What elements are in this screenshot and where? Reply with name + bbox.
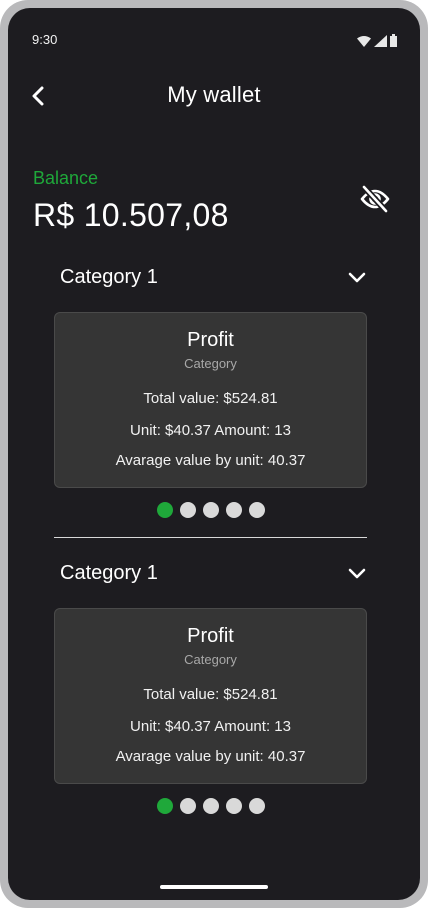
balance-value: R$ 10.507,08: [33, 197, 229, 233]
signal-icon: [374, 35, 387, 47]
page-title: My wallet: [167, 82, 261, 107]
unit-amount: Unit: $40.37 Amount: 13: [130, 718, 291, 735]
total-value: Total value: $524.81: [143, 390, 278, 407]
app-screen: 9:30 My wallet Balance R$ 10.507,08 Cate…: [8, 8, 420, 900]
pagination-dot[interactable]: [248, 502, 265, 518]
pagination-dot[interactable]: [156, 798, 173, 814]
status-icons: [357, 34, 397, 47]
chevron-down-icon[interactable]: [347, 564, 367, 584]
pagination-dots: [54, 502, 367, 518]
pagination-dot[interactable]: [179, 798, 196, 814]
phone-frame: 9:30 My wallet Balance R$ 10.507,08 Cate…: [0, 0, 428, 908]
card-subtitle: Category: [184, 652, 237, 667]
average-value: Avarage value by unit: 40.37: [115, 748, 306, 765]
section-divider: [54, 537, 367, 538]
category-title: Category 1: [60, 562, 158, 584]
wifi-icon: [357, 36, 371, 47]
category-header[interactable]: Category 1: [54, 558, 367, 592]
toggle-balance-visibility-button[interactable]: [358, 184, 392, 214]
category-header[interactable]: Category 1: [54, 262, 367, 296]
pagination-dot[interactable]: [202, 502, 219, 518]
pagination-dot[interactable]: [156, 502, 173, 518]
pagination-dot[interactable]: [225, 798, 242, 814]
eye-off-icon: [360, 185, 390, 213]
profit-card[interactable]: Profit Category Total value: $524.81 Uni…: [54, 312, 367, 488]
pagination-dot[interactable]: [202, 798, 219, 814]
pagination-dot[interactable]: [179, 502, 196, 518]
card-title: Profit: [187, 329, 234, 351]
pagination-dot[interactable]: [248, 798, 265, 814]
pagination-dot[interactable]: [225, 502, 242, 518]
battery-icon: [390, 34, 397, 47]
card-subtitle: Category: [184, 356, 237, 371]
average-value: Avarage value by unit: 40.37: [115, 452, 306, 469]
category-title: Category 1: [60, 266, 158, 288]
home-indicator[interactable]: [160, 885, 268, 889]
pagination-dots: [54, 798, 367, 814]
category-section: Category 1 Profit Category Total value: …: [54, 558, 367, 814]
chevron-down-icon[interactable]: [347, 268, 367, 288]
unit-amount: Unit: $40.37 Amount: 13: [130, 422, 291, 439]
card-title: Profit: [187, 625, 234, 647]
category-section: Category 1 Profit Category Total value: …: [54, 262, 367, 518]
profit-card[interactable]: Profit Category Total value: $524.81 Uni…: [54, 608, 367, 784]
total-value: Total value: $524.81: [143, 686, 278, 703]
balance-label: Balance: [33, 168, 99, 188]
status-time: 9:30: [32, 32, 58, 47]
